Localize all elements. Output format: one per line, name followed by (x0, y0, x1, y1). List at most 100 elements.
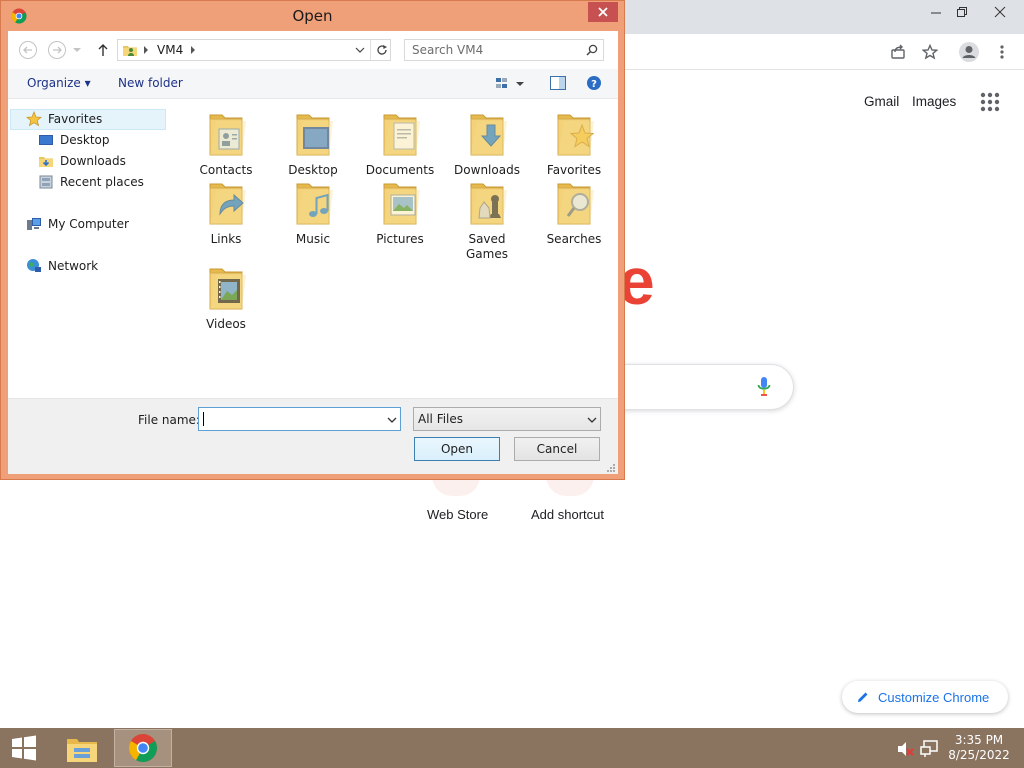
network-tray-icon[interactable] (920, 740, 938, 758)
recent-places-icon (39, 175, 53, 189)
file-name-combobox[interactable] (198, 407, 401, 431)
microphone-icon[interactable] (756, 376, 772, 398)
file-type-value: All Files (418, 412, 464, 426)
folder-item[interactable]: Videos (186, 263, 266, 332)
taskbar-chrome[interactable] (114, 729, 172, 767)
computer-icon (27, 218, 41, 230)
clock-date: 8/25/2022 (948, 748, 1010, 762)
address-bar[interactable]: VM4 (117, 39, 391, 61)
folder-item[interactable]: Pictures (360, 178, 440, 247)
pictures-folder-icon (376, 178, 424, 230)
file-name-input[interactable] (199, 408, 381, 430)
breadcrumb-chevron-icon (144, 46, 148, 54)
chevron-down-icon (73, 48, 81, 52)
dialog-body: VM4 Organize ▾ New folder (8, 31, 618, 474)
customize-chrome-button[interactable]: Customize Chrome (842, 681, 1008, 713)
folder-label: Desktop (288, 163, 338, 177)
folder-item[interactable]: Favorites (534, 109, 614, 178)
organize-button[interactable]: Organize ▾ (27, 76, 91, 90)
navigation-pane: Favorites Desktop Downloads Recent place… (8, 99, 178, 398)
folder-item[interactable]: Saved Games (447, 178, 527, 262)
preview-pane-button[interactable] (549, 75, 567, 93)
search-icon (586, 44, 598, 56)
nav-network[interactable]: Network (26, 256, 98, 276)
chrome-close-button[interactable] (984, 0, 1016, 24)
avatar-icon (959, 42, 979, 62)
network-icon (27, 259, 41, 272)
forward-arrow-icon (48, 41, 66, 59)
forward-button[interactable] (46, 39, 68, 61)
taskbar-file-explorer[interactable] (58, 728, 106, 768)
share-icon (891, 44, 905, 59)
up-button[interactable] (92, 39, 114, 61)
nav-network-label: Network (48, 259, 99, 273)
gmail-link[interactable]: Gmail (864, 94, 899, 109)
address-toolbar: VM4 (8, 31, 618, 69)
profile-button[interactable] (957, 40, 981, 64)
desktop-icon (39, 135, 53, 145)
restore-button[interactable] (946, 0, 978, 24)
file-type-select[interactable]: All Files (413, 407, 601, 431)
shortcut-label-webstore[interactable]: Web Store (427, 507, 488, 522)
refresh-icon (377, 45, 387, 55)
change-view-button[interactable] (495, 76, 525, 92)
back-button[interactable] (17, 39, 39, 61)
nav-downloads[interactable]: Downloads (38, 151, 126, 171)
nav-my-computer[interactable]: My Computer (26, 214, 129, 234)
chrome-menu-button[interactable] (990, 40, 1014, 64)
resize-grip-icon[interactable] (606, 463, 616, 473)
new-folder-button[interactable]: New folder (118, 76, 183, 90)
dialog-titlebar[interactable]: Open (1, 1, 624, 31)
more-vert-icon (1000, 45, 1004, 59)
volume-muted-icon[interactable] (896, 740, 914, 758)
videos-folder-icon (202, 263, 250, 315)
taskbar: 3:35 PM 8/25/2022 (0, 728, 1024, 768)
contacts-folder-icon (202, 109, 250, 161)
documents-folder-icon (376, 109, 424, 161)
nav-favorites-label: Favorites (48, 112, 103, 126)
dialog-title: Open (292, 7, 333, 25)
searches-folder-icon (550, 178, 598, 230)
folder-label: Favorites (546, 163, 602, 177)
cancel-button[interactable]: Cancel (514, 437, 600, 461)
links-folder-icon (202, 178, 250, 230)
nav-desktop[interactable]: Desktop (38, 130, 110, 150)
share-button[interactable] (886, 40, 910, 64)
folder-item[interactable]: Documents (360, 109, 440, 178)
nav-recent-places[interactable]: Recent places (38, 172, 144, 192)
nav-favorites[interactable]: Favorites (26, 109, 102, 129)
recent-locations-button[interactable] (71, 39, 83, 61)
system-clock[interactable]: 3:35 PM 8/25/2022 (945, 733, 1013, 763)
images-link[interactable]: Images (912, 94, 956, 109)
start-button[interactable] (0, 728, 48, 768)
customize-chrome-label: Customize Chrome (878, 689, 990, 705)
windows-logo-icon (12, 735, 36, 761)
file-name-label: File name: (138, 413, 200, 427)
svg-text:?: ? (591, 79, 597, 90)
command-bar: Organize ▾ New folder ? (8, 69, 618, 99)
folder-item[interactable]: Contacts (186, 109, 266, 178)
apps-grid-icon[interactable] (980, 92, 1000, 112)
close-icon (598, 7, 608, 17)
bookmark-button[interactable] (918, 40, 942, 64)
dialog-close-button[interactable] (588, 2, 618, 22)
nav-recent-places-label: Recent places (60, 175, 144, 189)
folder-item[interactable]: Music (273, 178, 353, 247)
user-folder-icon (123, 46, 137, 56)
folder-item[interactable]: Links (186, 178, 266, 247)
folder-item[interactable]: Desktop (273, 109, 353, 178)
breadcrumb-vm4[interactable]: VM4 (157, 43, 183, 57)
up-arrow-icon (98, 44, 108, 56)
help-button[interactable]: ? (586, 75, 604, 93)
restore-icon (957, 7, 967, 17)
downloads-icon (39, 157, 53, 167)
breadcrumb-chevron-icon (191, 46, 195, 54)
search-input[interactable] (405, 40, 581, 60)
search-box[interactable] (404, 39, 604, 61)
nav-my-computer-label: My Computer (48, 217, 129, 231)
folder-item[interactable]: Searches (534, 178, 614, 247)
open-button[interactable]: Open (414, 437, 500, 461)
folder-item[interactable]: Downloads (447, 109, 527, 178)
pencil-icon (858, 692, 868, 702)
shortcut-label-add[interactable]: Add shortcut (531, 507, 604, 522)
